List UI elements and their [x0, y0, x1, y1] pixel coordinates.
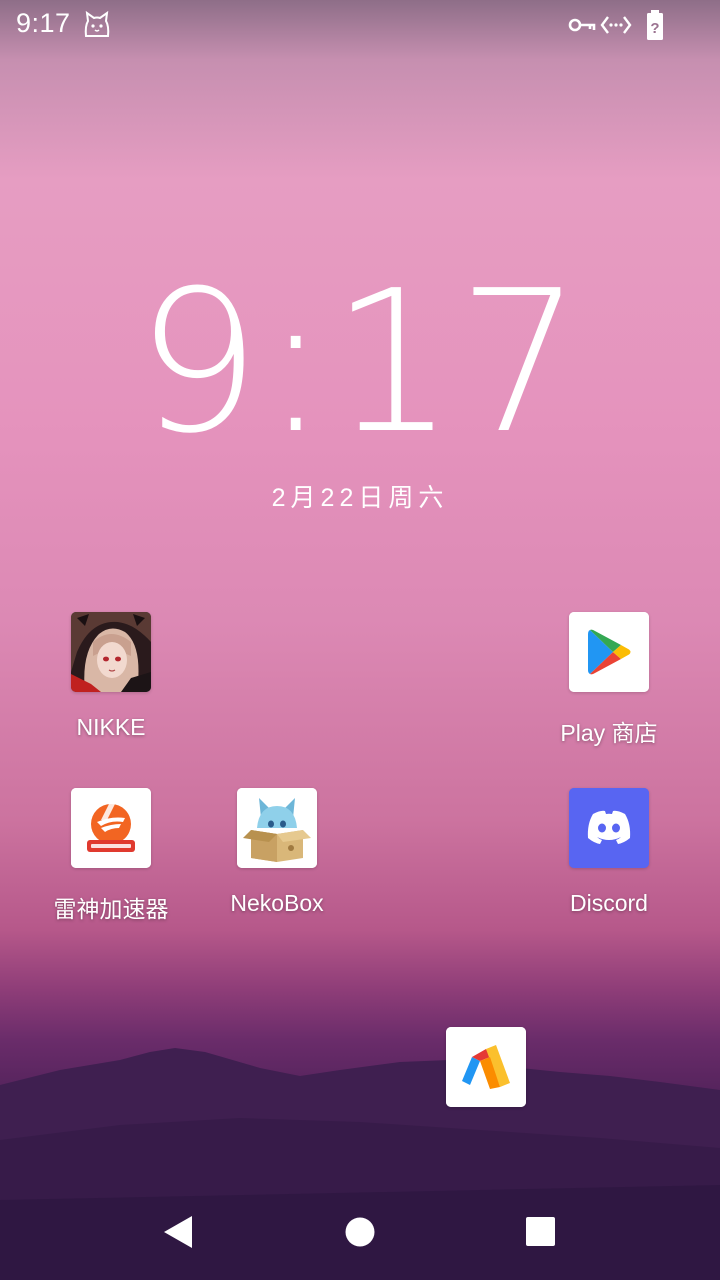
battery-unknown-icon: ? [647, 10, 663, 40]
app-nekobox[interactable]: NekoBox [192, 788, 362, 917]
nekobox-icon[interactable] [237, 788, 317, 868]
clock-date[interactable]: 2月22日周六 [0, 478, 720, 514]
app-label-play-store: Play 商店 [560, 720, 658, 746]
clock-time[interactable]: 9:17 [0, 258, 720, 468]
nikke-app-icon[interactable] [71, 612, 151, 692]
home-screen: 9:17 ? 9:17 2月22日周六 NIKKE Play 商店 雷神加速器 … [0, 0, 720, 1280]
play-store-icon[interactable] [569, 612, 649, 692]
status-time: 9:17 [16, 8, 71, 38]
vpn-key-icon [568, 18, 596, 32]
app-label-nekobox: NekoBox [230, 890, 324, 916]
discord-icon[interactable] [569, 788, 649, 868]
app-nikke[interactable]: NIKKE [26, 612, 196, 741]
status-bar: 9:17 ? [0, 0, 720, 50]
cat-icon [84, 10, 110, 37]
app-unlabeled[interactable] [401, 1027, 571, 1129]
back-icon[interactable] [156, 1210, 200, 1254]
leishen-accelerator-icon[interactable] [71, 788, 151, 868]
app-label-nikke: NIKKE [76, 714, 146, 740]
app-label-leishen-accelerator: 雷神加速器 [53, 896, 169, 922]
unlabeled-app-icon[interactable] [446, 1027, 526, 1107]
home-icon[interactable] [338, 1210, 382, 1254]
vpn-arrows-icon [600, 16, 632, 34]
app-leishen-accelerator[interactable]: 雷神加速器 [26, 788, 196, 924]
recents-icon[interactable] [518, 1210, 562, 1254]
app-discord[interactable]: Discord [524, 788, 694, 917]
app-label-discord: Discord [570, 890, 648, 916]
app-play-store[interactable]: Play 商店 [524, 612, 694, 748]
svg-text:?: ? [650, 20, 659, 37]
